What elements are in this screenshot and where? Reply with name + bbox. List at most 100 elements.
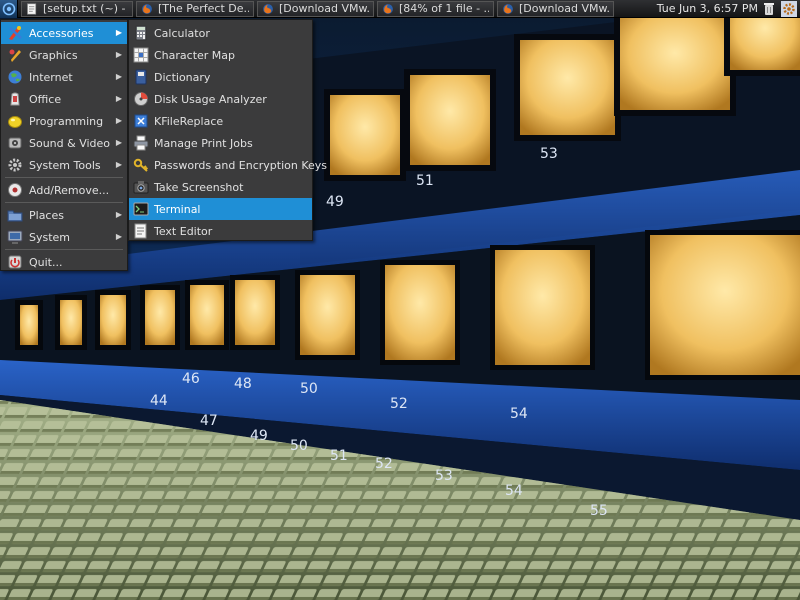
- meter-number-label: 44: [150, 393, 168, 409]
- menu-item-internet[interactable]: Internet ▶: [1, 66, 127, 88]
- meter-number-label: 53: [435, 468, 453, 484]
- menu-item-label: Passwords and Encryption Keys: [154, 158, 328, 172]
- menu-item-sound-video[interactable]: Sound & Video ▶: [1, 132, 127, 154]
- submenu-item-text-editor[interactable]: Text Editor: [129, 220, 312, 242]
- firefox-icon: [263, 3, 273, 14]
- menu-item-label: Calculator: [154, 26, 210, 40]
- meter-number-label: 50: [290, 438, 308, 454]
- accessories-submenu: Calculator Character Map Dictionary Disk Us…: [128, 19, 327, 242]
- meter-number-label: 52: [390, 396, 408, 412]
- menu-item-label: Character Map: [154, 48, 236, 62]
- menu-item-label: Places: [29, 208, 64, 222]
- meter-number-label: 48: [234, 376, 252, 392]
- quit-icon: [8, 255, 22, 269]
- submenu-arrow-icon: ▶: [115, 116, 122, 125]
- menu-item-label: Sound & Video: [29, 136, 111, 150]
- menu-item-office[interactable]: Office ▶: [1, 88, 127, 110]
- internet-icon: [8, 70, 22, 84]
- meter-number-label: 50: [300, 381, 318, 397]
- submenu-item-manage-print-jobs[interactable]: Manage Print Jobs: [129, 132, 312, 154]
- menu-item-system-tools[interactable]: System Tools ▶: [1, 154, 127, 176]
- menu-item-label: Disk Usage Analyzer: [154, 92, 267, 106]
- firefox-icon: [383, 3, 393, 14]
- taskbar-button-label: [The Perfect De...: [158, 2, 249, 15]
- menu-item-label: Text Editor: [154, 224, 213, 238]
- taskbar-button[interactable]: [setup.txt (~) - ...: [21, 0, 133, 17]
- taskbar-button[interactable]: [Download VMw...: [497, 0, 614, 17]
- submenu-item-dictionary[interactable]: Dictionary: [129, 66, 312, 88]
- programming-icon: [8, 116, 22, 128]
- office-icon: [10, 92, 20, 106]
- meter-number-label: 52: [375, 456, 393, 472]
- menu-item-label: Manage Print Jobs: [154, 136, 253, 150]
- taskbar-button[interactable]: [84% of 1 file - ...: [377, 0, 494, 17]
- menu-separator: [5, 249, 123, 250]
- terminal-icon: [133, 202, 149, 216]
- menu-item-label: KFileReplace: [154, 114, 224, 128]
- firefox-icon: [142, 3, 152, 14]
- meter-number-label: 47: [200, 413, 218, 429]
- submenu-arrow-icon: ▶: [115, 138, 122, 147]
- menu-item-system[interactable]: System ▶: [1, 226, 127, 248]
- dictionary-icon: [135, 69, 147, 85]
- submenu-arrow-icon: ▶: [115, 210, 122, 219]
- menu-item-label: Terminal: [154, 202, 201, 216]
- menu-item-label: Add/Remove...: [29, 183, 110, 197]
- menu-item-label: System: [29, 230, 71, 244]
- disk-usage-icon: [134, 92, 148, 106]
- menu-separator: [5, 177, 123, 178]
- menu-item-label: Office: [29, 92, 62, 106]
- menu-item-label: System Tools: [29, 158, 101, 172]
- menu-item-label: Graphics: [29, 48, 78, 62]
- menu-item-graphics[interactable]: Graphics ▶: [1, 44, 127, 66]
- meter-number-label: 51: [416, 173, 434, 189]
- menu-item-places[interactable]: Places ▶: [1, 204, 127, 226]
- calculator-icon: [135, 25, 147, 41]
- meter-number-label: 51: [330, 448, 348, 464]
- menu-item-add-remove[interactable]: Add/Remove...: [1, 179, 127, 201]
- submenu-arrow-icon: ▶: [115, 232, 122, 241]
- taskbar-button-label: [Download VMw...: [279, 2, 369, 15]
- menu-item-label: Accessories: [29, 26, 94, 40]
- firefox-icon: [503, 3, 513, 14]
- trash-icon[interactable]: [762, 1, 776, 17]
- meter-number-label: 46: [182, 371, 200, 387]
- submenu-item-calculator[interactable]: Calculator: [129, 22, 312, 44]
- menu-separator: [5, 202, 123, 203]
- system-icon: [7, 230, 23, 244]
- add-remove-icon: [8, 183, 22, 197]
- submenu-item-take-screenshot[interactable]: Take Screenshot: [129, 176, 312, 198]
- submenu-item-kfilereplace[interactable]: KFileReplace: [129, 110, 312, 132]
- submenu-arrow-icon: ▶: [115, 50, 122, 59]
- gear-icon[interactable]: [780, 0, 798, 17]
- menu-item-accessories[interactable]: Accessories ▶: [1, 22, 127, 44]
- taskbar-button-label: [84% of 1 file - ...: [399, 2, 489, 15]
- taskbar-button[interactable]: [Download VMw...: [257, 0, 374, 17]
- character-map-icon: [133, 47, 149, 63]
- submenu-item-character-map[interactable]: Character Map: [129, 44, 312, 66]
- menu-item-label: Quit...: [29, 255, 63, 269]
- menu-item-quit[interactable]: Quit...: [1, 251, 127, 273]
- menu-item-label: Dictionary: [154, 70, 211, 84]
- top-panel: [setup.txt (~) - ... [The Perfect De... [D…: [0, 0, 800, 18]
- applications-menu: Accessories ▶ Graphics ▶ Internet ▶ Office ▶ Pro…: [0, 19, 128, 271]
- submenu-arrow-icon: ▶: [115, 72, 122, 81]
- submenu-item-disk-usage-analyzer[interactable]: Disk Usage Analyzer: [129, 88, 312, 110]
- taskbar-button[interactable]: [The Perfect De...: [136, 0, 254, 17]
- menu-item-label: Take Screenshot: [154, 180, 244, 194]
- keys-icon: [133, 158, 149, 172]
- applications-menu-button[interactable]: [0, 0, 18, 18]
- submenu-arrow-icon: ▶: [115, 94, 122, 103]
- submenu-item-passwords-and-encryption-keys[interactable]: Passwords and Encryption Keys: [129, 154, 327, 176]
- menu-item-label: Internet: [29, 70, 73, 84]
- taskbar-button-label: [Download VMw...: [519, 2, 609, 15]
- submenu-item-terminal[interactable]: Terminal: [129, 198, 312, 220]
- menu-item-programming[interactable]: Programming ▶: [1, 110, 127, 132]
- system-tools-icon: [8, 158, 22, 172]
- kfilereplace-icon: [134, 114, 148, 128]
- accessories-icon: [9, 26, 22, 40]
- taskbar-button-label: [setup.txt (~) - ...: [43, 2, 128, 15]
- text-editor-icon: [134, 223, 147, 239]
- debian-swirl-icon: [2, 2, 15, 15]
- panel-clock[interactable]: Tue Jun 3, 6:57 PM: [653, 2, 762, 15]
